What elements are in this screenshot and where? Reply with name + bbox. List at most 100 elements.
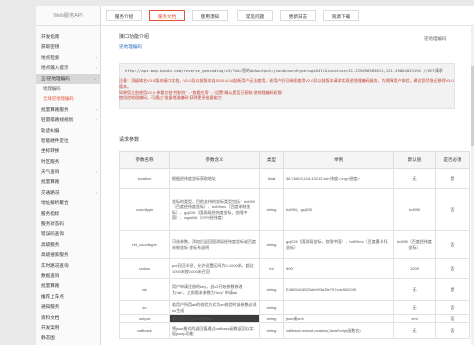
section-title-params: 请求参数 (119, 137, 140, 143)
sidebar-item-label: 批量算路 (41, 179, 60, 185)
sidebar-item[interactable]: 服务状态码 (36, 219, 100, 229)
tab-2[interactable]: 使用须知 (192, 10, 228, 21)
sidebar-item[interactable]: 地点检索 › (36, 53, 100, 63)
sidebar-item-label: 推荐上车点 (41, 293, 64, 299)
column-header: 参数含义 (169, 151, 260, 169)
sidebar-item-label: 坐标转换 (41, 148, 60, 154)
chevron-icon: › (95, 169, 97, 175)
sidebar-item[interactable]: 地址解析聚合 (36, 198, 100, 208)
tab-3[interactable]: 常见问题 (237, 10, 273, 21)
sidebar-item-label: 静态图 (41, 335, 55, 341)
table-cell: output (119, 313, 170, 324)
column-header: 举例 (283, 151, 394, 169)
sidebar-item[interactable]: 服务指标 (36, 209, 100, 219)
notice-line-1: 注意：顶级域名V3.0版本接口文档，V2.0及以前版本自2019.6.18起新用… (119, 78, 454, 89)
sidebar-item[interactable]: 交通路况 › (36, 188, 100, 198)
sidebar-item-label: 开发案例 (41, 324, 60, 330)
sidebar-item-label: 正/逆地理编码 (41, 75, 70, 81)
subsection-reverse-geocoding[interactable]: 逆地理编码 (119, 44, 142, 50)
sidebar-item[interactable]: 全球逆地理编码 (36, 94, 100, 104)
sidebar-item[interactable]: 轻量级路线规划 › (36, 115, 100, 125)
table-row: ak 用户申请注册的key，自v2开始参数修改为“ak”，之前版本参数为“key”… (119, 278, 470, 301)
tab-1[interactable]: 服务文档 (149, 10, 185, 21)
sidebar-item-label: 天气查询 (41, 169, 60, 175)
sidebar-item[interactable]: 静态图 (36, 333, 100, 343)
chevron-icon: › (95, 54, 97, 60)
table-cell: bd09ll (393, 188, 436, 231)
sidebar-item-label: 错误码查询 (41, 231, 64, 237)
chevron-icon: › (95, 65, 97, 71)
sidebar-item[interactable]: 高级搜索服务 (36, 250, 100, 260)
sidebar-item-label: 通知服务 (41, 304, 60, 310)
sidebar-item[interactable]: 地点输入提示 › (36, 63, 100, 73)
table-cell: int (259, 258, 284, 279)
sidebar-list: 开发指南 获取密钥 地点检索 › 地点输入提示 › 正/逆地理编码 ⌄ 地理编码 全球逆地理编码批… (36, 26, 100, 345)
sidebar-item[interactable]: 获取密钥 (36, 42, 100, 52)
table-cell: 将json格式的返回值通过callback函数返回以实现jsonp功能 (169, 322, 260, 340)
sidebar-item[interactable]: 时区服务 (36, 157, 100, 167)
sidebar-item[interactable]: 数据查询 (36, 271, 100, 281)
sidebar-item-label: 全球逆地理编码 (43, 96, 74, 102)
sidebar-item-label: 实时路况查询 (41, 262, 69, 268)
column-header: 类型 (259, 151, 284, 169)
table-row: callback 将json格式的返回值通过callback函数返回以实现json… (119, 322, 470, 340)
sidebar-item[interactable]: 通知服务 (36, 302, 100, 312)
sidebar-item[interactable]: 天气查询 › (36, 167, 100, 177)
right-nav: 逆地理编码 (424, 36, 466, 42)
table-cell: bd09ll、gcj02ll (283, 188, 394, 231)
tab-4[interactable]: 更新日志 (280, 10, 316, 21)
table-cell: 用户申请注册的key，自v2开始参数修改为“ak”，之前版本参数为“key” 申… (169, 278, 260, 301)
section-title-intro: 接口功能介绍 (119, 34, 150, 40)
main-content: 服务介绍 服务文档 使用须知 常见问题 更新日志 资源下载 接口功能介绍 逆地理编码 逆地… (101, 6, 474, 345)
table-cell: ak (119, 278, 170, 301)
table-cell: gcj02ll（国测局坐标，仅限中国）、bd09mc（百度墨卡托坐标） (283, 230, 394, 259)
sidebar-item[interactable]: 实时路况查询 (36, 261, 100, 271)
table-cell: 无 (393, 300, 436, 315)
sidebar-item[interactable]: 批量算路 (36, 281, 100, 291)
sidebar-item-label: 批量算路 (41, 283, 60, 289)
right-nav-link[interactable]: 逆地理编码 (424, 36, 447, 41)
table-row: ret_coordtype 可选参数，添加后返回国测局经纬度坐标或百度米制坐标 坐… (119, 230, 470, 259)
tab-bar: 服务介绍 服务文档 使用须知 常见问题 更新日志 资源下载 (101, 6, 474, 26)
tab-5[interactable]: 资源下载 (323, 10, 359, 21)
sidebar-item[interactable]: 错误码查询 (36, 229, 100, 239)
chevron-icon: › (95, 117, 97, 123)
table-cell: 若用户所用ak的校验方式为sn校验时该参数必须 sn生成 (169, 300, 260, 315)
table-cell: 1000 (393, 258, 436, 279)
table-row: radius poi召回半径，允许设置区间为0-1000米，超过1000米按100… (119, 258, 470, 279)
table-cell: coordtype (119, 188, 170, 231)
table-cell: string (259, 322, 284, 340)
table-cell: json或xml (283, 313, 394, 324)
sidebar-item[interactable]: 推荐上车点 (36, 292, 100, 302)
notice-block: 注意：顶级域名V3.0版本接口文档，V2.0及以前版本自2019.6.18起新用… (119, 78, 455, 101)
table-cell: 否 (435, 230, 470, 259)
column-header: 是否必须 (435, 151, 470, 169)
sidebar: Web服务API 开发指南 获取密钥 地点检索 › 地点输入提示 › 正/逆地理编码 ⌄ 地理编… (36, 6, 101, 345)
sidebar-item[interactable]: 开发案例 (36, 323, 100, 333)
table-cell: string (259, 300, 284, 315)
sidebar-item[interactable]: 智能硬件定位 (36, 136, 100, 146)
sidebar-item-label: 地点输入提示 (41, 65, 69, 71)
table-row: sn 若用户所用ak的校验方式为sn校验时该参数必须 sn生成 string 无否 (119, 300, 470, 315)
table-row: location 根据经纬度坐标获取地址 float 38.76623,116.432… (119, 168, 470, 189)
table-cell: string (259, 278, 284, 301)
sidebar-item[interactable]: 地理编码 (36, 84, 100, 94)
sidebar-item[interactable]: 正/逆地理编码 ⌄ (36, 73, 100, 84)
sidebar-item[interactable]: 坐标转换 (36, 146, 100, 156)
table-cell: 500 (283, 258, 394, 279)
table-cell: 38.76623,116.43213 lat<纬度>,lng<经度> (283, 168, 394, 189)
sidebar-item[interactable]: 批量算路 (36, 177, 100, 187)
code-example-url: http://api.map.baidu.com/reverse_geocodi… (125, 68, 443, 73)
sidebar-item-label: 轨迹纠偏 (41, 127, 60, 133)
sidebar-title: Web服务API (36, 6, 100, 26)
sidebar-item[interactable]: 资料文档 (36, 313, 100, 323)
sidebar-item-label: 智能硬件定位 (41, 137, 69, 143)
sidebar-item[interactable]: 轨迹纠偏 (36, 126, 100, 136)
sidebar-item[interactable]: 批量算路服务 › (36, 105, 100, 115)
sidebar-item[interactable]: 高级服务 (36, 240, 100, 250)
table-cell: string (259, 313, 284, 324)
sidebar-item-label: 交通路况 (41, 189, 60, 195)
sidebar-item[interactable]: 开发指南 (36, 32, 100, 42)
tab-0[interactable]: 服务介绍 (106, 10, 142, 21)
table-cell: 否 (435, 313, 470, 324)
